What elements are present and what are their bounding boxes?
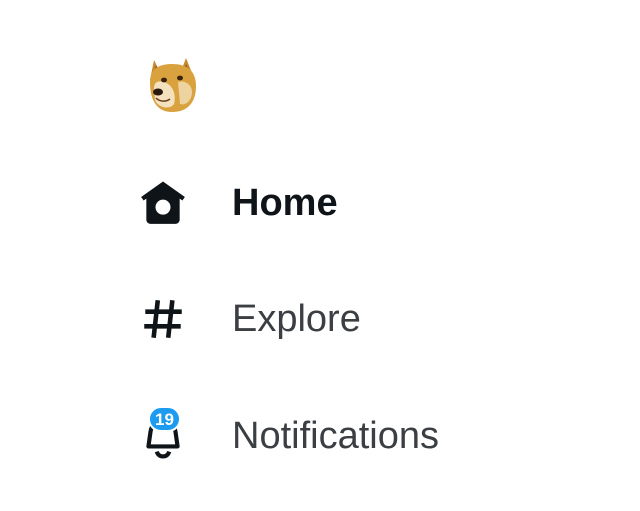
sidebar-item-label: Notifications	[232, 415, 439, 457]
sidebar-item-label: Home	[232, 182, 338, 224]
sidebar-item-notifications[interactable]: 19 Notifications	[134, 398, 459, 474]
sidebar-item-label: Explore	[232, 298, 361, 340]
doge-avatar-icon	[150, 58, 196, 112]
notification-count-badge: 19	[148, 406, 181, 432]
hashtag-icon	[134, 290, 192, 348]
home-icon	[134, 174, 192, 232]
sidebar-nav: Home Explore 19 Notifications	[0, 0, 640, 511]
sidebar-item-home[interactable]: Home	[134, 165, 358, 241]
bell-icon: 19	[134, 406, 192, 465]
sidebar-item-explore[interactable]: Explore	[134, 281, 381, 357]
logo-avatar[interactable]	[140, 52, 204, 116]
